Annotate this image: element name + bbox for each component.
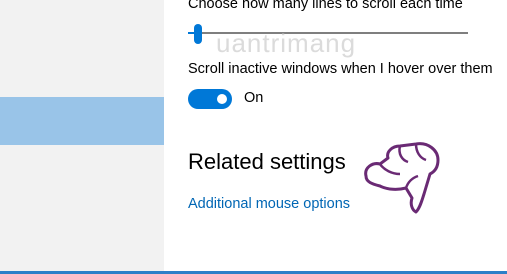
toggle-state-label: On	[244, 90, 264, 106]
related-settings-heading: Related settings	[188, 149, 346, 174]
hand-pointer-icon	[364, 142, 440, 214]
scroll-lines-label: Choose how many lines to scroll each tim…	[188, 0, 463, 12]
watermark: uantrimang	[216, 28, 357, 58]
scroll-inactive-label: Scroll inactive windows when I hover ove…	[188, 61, 493, 77]
scroll-inactive-toggle[interactable]	[188, 89, 232, 109]
additional-mouse-options-link[interactable]: Additional mouse options	[188, 196, 350, 212]
sidebar-item-selected[interactable]	[0, 97, 164, 145]
toggle-knob	[217, 94, 227, 104]
scroll-lines-slider-thumb[interactable]	[194, 24, 202, 44]
